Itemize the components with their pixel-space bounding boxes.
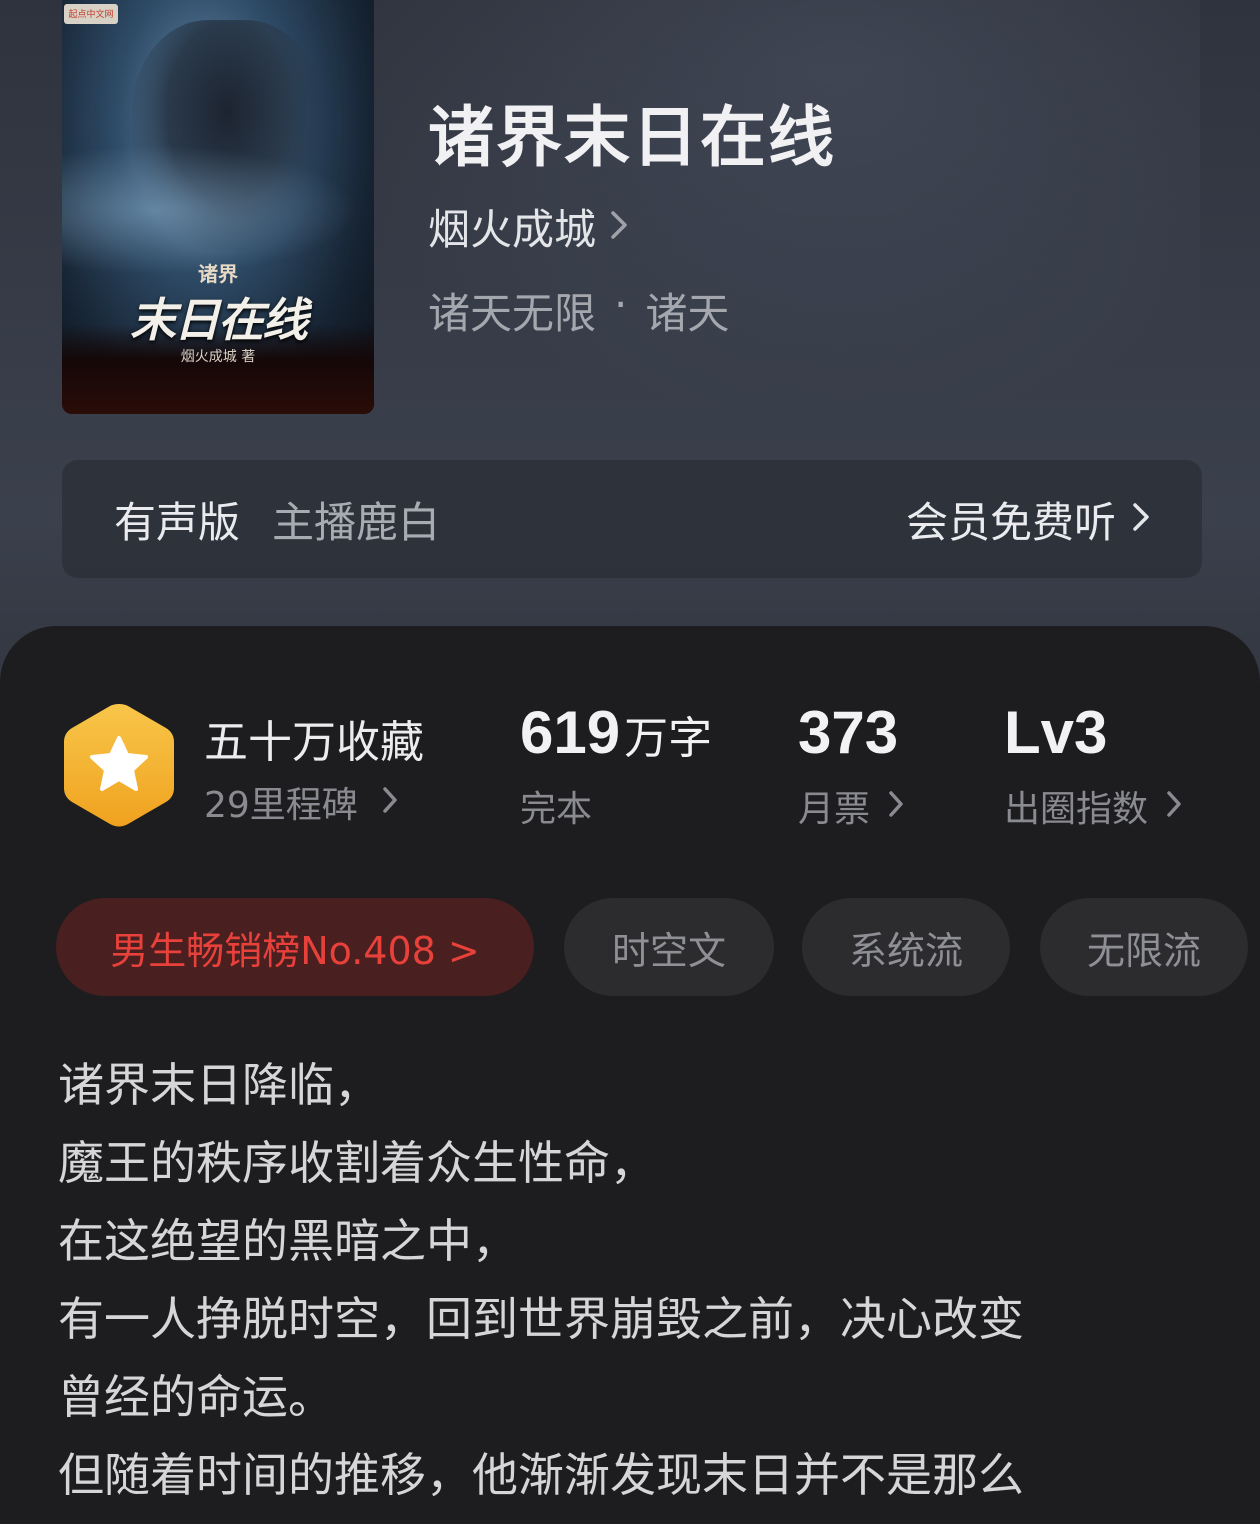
book-cover[interactable]: 起点中文网 诸界 末日在线 烟火成城 著 [62, 0, 374, 414]
monthly-tickets-link[interactable]: 月票 [798, 780, 904, 832]
audiobook-host: 主播鹿白 [272, 497, 441, 547]
synopsis-line: 有一人挣脱时空，回到世界崩毁之前，决心改变 [58, 1292, 1024, 1346]
author-link[interactable]: 烟火成城 [428, 196, 628, 257]
synopsis-line: 在这绝望的黑暗之中， [58, 1214, 518, 1268]
star-hexagon-icon[interactable] [60, 700, 178, 830]
popularity-index-link[interactable]: 出圈指数 [1004, 780, 1182, 832]
popularity-index-label: 出圈指数 [1004, 789, 1149, 830]
member-free-listen-label: 会员免费听 [905, 497, 1116, 547]
tag-infinite[interactable]: 无限流 [1040, 898, 1248, 996]
word-count-unit: 万字 [624, 713, 713, 764]
synopsis-line: 但随着时间的推移，他渐渐发现末日并不是那么 [58, 1448, 1024, 1502]
cover-author: 烟火成城 著 [180, 349, 256, 365]
popularity-index-level: Lv3 [1004, 699, 1108, 766]
genre[interactable]: 诸天无限 [428, 280, 596, 341]
synopsis[interactable]: 诸界末日降临， 魔王的秩序收割着众生性命， 在这绝望的黑暗之中， 有一人挣脱时空… [58, 1046, 1218, 1514]
author-name: 烟火成城 [428, 205, 597, 254]
monthly-tickets-number: 373 [798, 699, 899, 766]
book-title: 诸界末日在线 [428, 98, 836, 176]
cover-small-title: 诸界 [198, 262, 238, 286]
genre-row: 诸天无限 · 诸天 [428, 280, 729, 341]
detail-panel: 五十万收藏 29里程碑 619 万字 完本 373 月票 Lv3 出圈指数 男生… [0, 626, 1260, 1524]
stats-row: 五十万收藏 29里程碑 619 万字 完本 373 月票 Lv3 出圈指数 [0, 696, 1260, 836]
synopsis-line: 诸界末日降临， [58, 1058, 380, 1112]
chevron-right-icon [1166, 786, 1182, 827]
cover-publisher-badge: 起点中文网 [64, 4, 118, 24]
genre-separator: · [614, 280, 628, 329]
tag-row: 男生畅销榜No.408 > 时空文 系统流 无限流 [56, 898, 1260, 996]
chevron-right-icon [382, 782, 398, 823]
tag-system[interactable]: 系统流 [802, 898, 1010, 996]
subgenre[interactable]: 诸天 [645, 280, 729, 341]
chevron-right-icon [1132, 502, 1150, 536]
milestone-link[interactable]: 29里程碑 [204, 776, 398, 828]
word-count-number: 619 [520, 699, 621, 766]
audiobook-bar[interactable]: 有声版 主播鹿白 会员免费听 [62, 460, 1202, 578]
chevron-right-icon [610, 210, 628, 244]
member-free-listen-button[interactable]: 会员免费听 [906, 489, 1150, 550]
rank-tag[interactable]: 男生畅销榜No.408 > [56, 898, 534, 996]
collection-milestone[interactable]: 五十万收藏 [204, 706, 424, 770]
synopsis-line: 曾经的命运。 [58, 1370, 334, 1424]
milestone-count: 29里程碑 [204, 785, 358, 826]
monthly-tickets-label: 月票 [798, 789, 871, 830]
book-detail-page: 起点中文网 诸界 末日在线 烟火成城 著 诸界末日在线 烟火成城 诸天无限 · … [0, 0, 1260, 1524]
synopsis-line: 魔王的秩序收割着众生性命， [58, 1136, 656, 1190]
chevron-right-icon [888, 786, 904, 827]
cover-title: 末日在线 [130, 293, 308, 347]
word-count: 619 万字 [520, 698, 712, 767]
completion-status: 完本 [520, 789, 593, 830]
monthly-tickets[interactable]: 373 [798, 698, 898, 767]
popularity-index[interactable]: Lv3 [1004, 698, 1107, 767]
tag-time-space[interactable]: 时空文 [564, 898, 774, 996]
audiobook-label: 有声版 [114, 497, 241, 547]
